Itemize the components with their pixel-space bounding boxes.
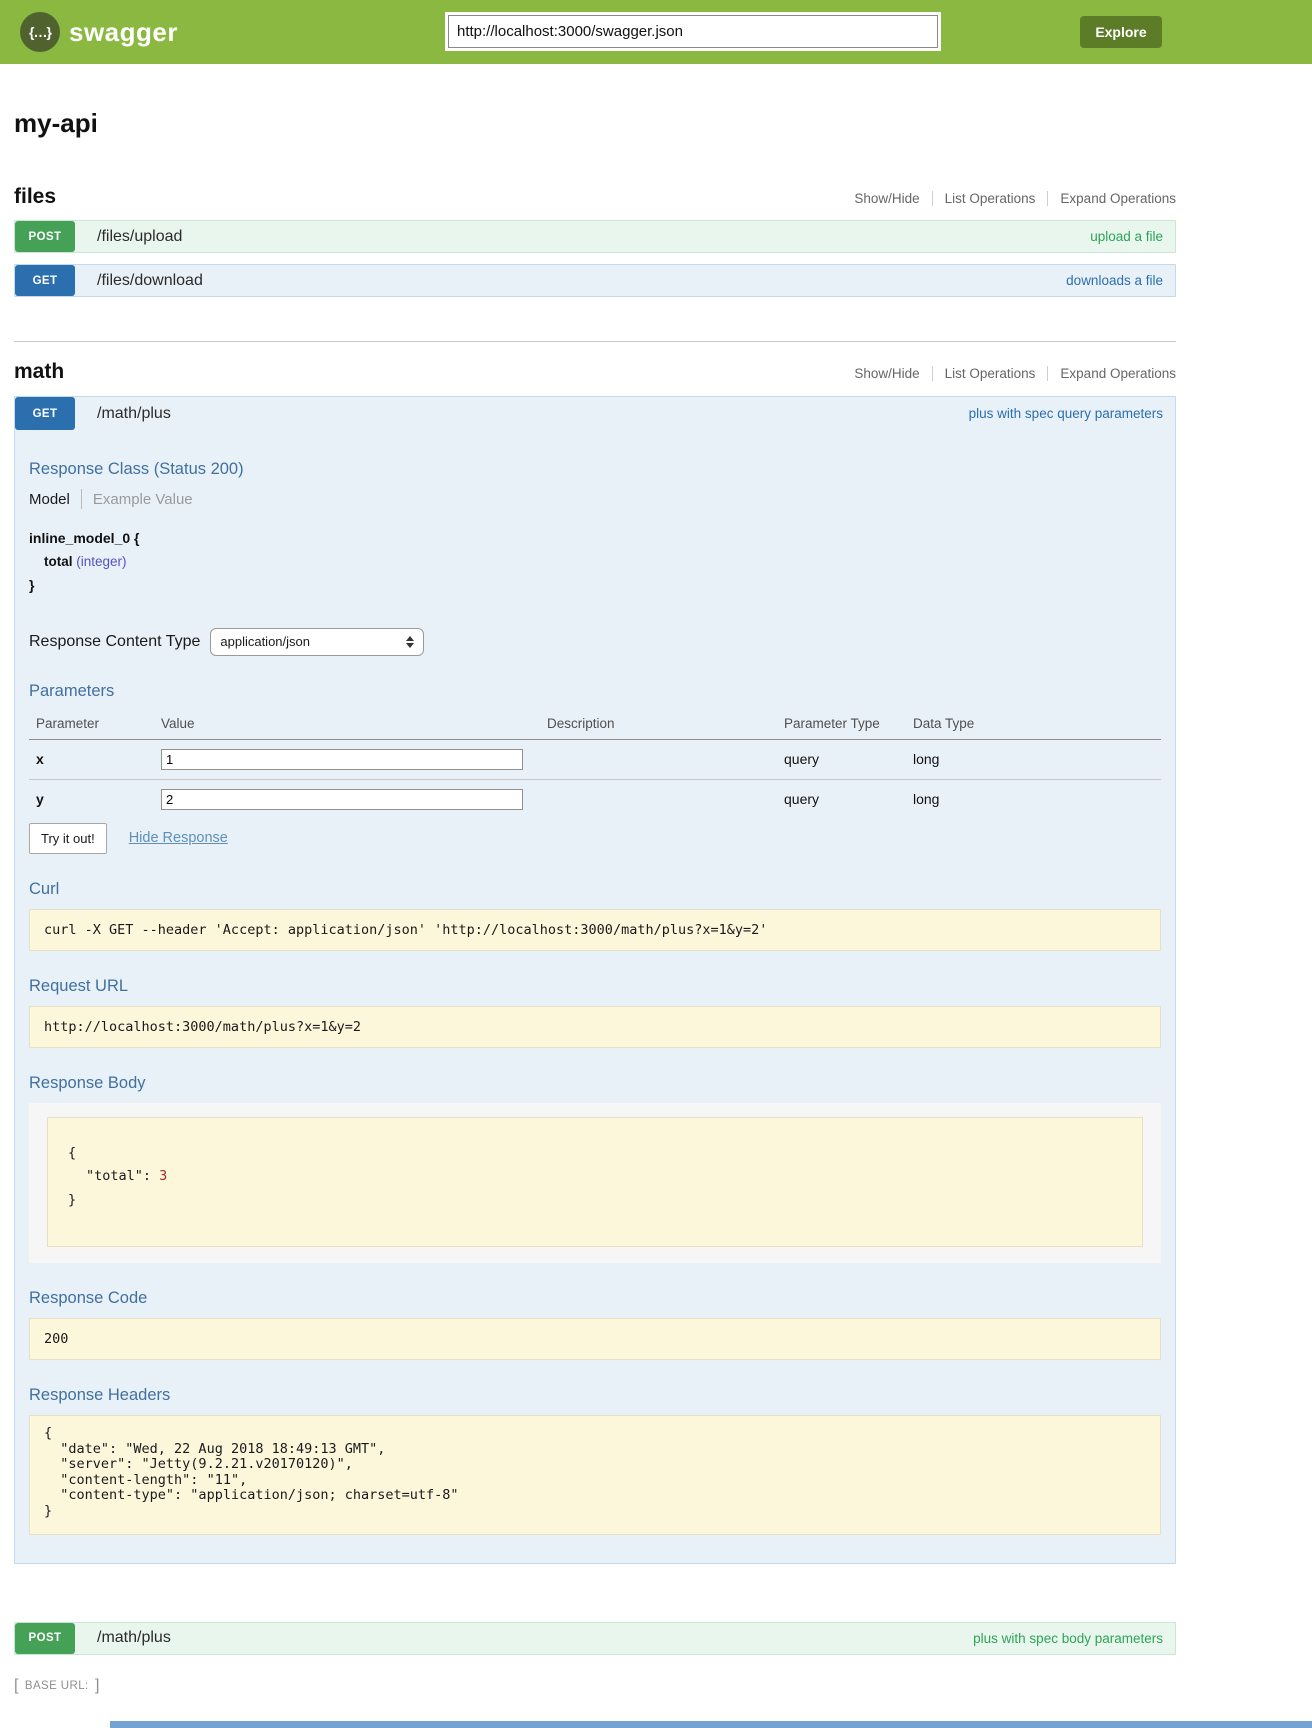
operation-summary[interactable]: plus with spec query parameters	[969, 406, 1163, 421]
param-data-type: long	[913, 739, 1161, 779]
try-it-out-button[interactable]: Try it out!	[29, 823, 107, 854]
param-name: y	[29, 779, 161, 819]
parameters-header-row: Parameter Value Description Parameter Ty…	[29, 711, 1161, 740]
json-key: "total":	[86, 1168, 159, 1184]
hide-response-link[interactable]: Hide Response	[129, 830, 228, 846]
response-body-container: { "total": 3 }	[29, 1103, 1161, 1264]
response-body-heading: Response Body	[29, 1074, 1161, 1093]
math-show-hide-link[interactable]: Show/Hide	[854, 366, 919, 381]
operation-path: /files/download	[97, 272, 203, 290]
col-data-type: Data Type	[913, 711, 1161, 740]
json-total-line: "total": 3	[68, 1165, 1122, 1189]
request-url-heading: Request URL	[29, 977, 1161, 996]
response-class-heading: Response Class (Status 200)	[29, 460, 1161, 479]
param-description	[547, 739, 784, 779]
model-close-line: }	[29, 574, 1161, 598]
math-list-operations-link[interactable]: List Operations	[932, 366, 1036, 381]
json-open-brace: {	[68, 1142, 1122, 1166]
operation-row-get-math-plus[interactable]: GET /math/plus plus with spec query para…	[15, 397, 1175, 430]
method-badge-post: POST	[15, 221, 75, 252]
operation-path: /math/plus	[97, 1629, 171, 1647]
param-description	[547, 779, 784, 819]
response-headers-json: { "date": "Wed, 22 Aug 2018 18:49:13 GMT…	[29, 1415, 1161, 1534]
param-x-value-input[interactable]	[161, 749, 523, 770]
operation-path: /math/plus	[97, 405, 171, 423]
files-section-header: files Show/Hide List Operations Expand O…	[14, 185, 1176, 209]
explore-button[interactable]: Explore	[1080, 16, 1162, 48]
base-url-open-bracket: [	[14, 1677, 18, 1694]
math-section-title: math	[14, 360, 64, 384]
model-open-line: inline_model_0 {	[29, 527, 1161, 551]
try-row: Try it out! Hide Response	[29, 823, 1161, 854]
swagger-braces-icon: {…}	[20, 12, 60, 52]
main-content: my-api files Show/Hide List Operations E…	[14, 108, 1176, 1695]
response-code-value: 200	[29, 1318, 1161, 1360]
method-badge-post: POST	[15, 1623, 75, 1654]
model-signature: inline_model_0 { total (integer) }	[29, 527, 1161, 598]
tab-example-value[interactable]: Example Value	[93, 491, 193, 508]
base-url-close-bracket: ]	[95, 1677, 99, 1694]
param-type: query	[784, 779, 913, 819]
files-section-title: files	[14, 185, 56, 209]
tab-model[interactable]: Model	[29, 491, 70, 508]
operation-path: /files/upload	[97, 228, 182, 246]
col-parameter-type: Parameter Type	[784, 711, 913, 740]
operation-summary[interactable]: plus with spec body parameters	[973, 1631, 1163, 1646]
base-url-footer: [ BASE URL: ]	[14, 1677, 1176, 1695]
operation-block-get-math-plus: GET /math/plus plus with spec query para…	[14, 396, 1176, 1564]
col-description: Description	[547, 711, 784, 740]
curl-heading: Curl	[29, 880, 1161, 899]
method-badge-get: GET	[15, 397, 75, 430]
model-property: total (integer)	[29, 551, 1161, 574]
param-y-value-input[interactable]	[161, 789, 523, 810]
math-expand-operations-link[interactable]: Expand Operations	[1047, 366, 1176, 381]
json-close-brace: }	[68, 1189, 1122, 1213]
method-badge-get: GET	[15, 265, 75, 296]
response-body-json: { "total": 3 }	[47, 1117, 1143, 1248]
operation-row-get-files-download[interactable]: GET /files/download downloads a file	[14, 264, 1176, 297]
response-content-type-row: Response Content Type application/json	[29, 628, 1161, 656]
files-show-hide-link[interactable]: Show/Hide	[854, 191, 919, 206]
param-name: x	[29, 739, 161, 779]
json-value: 3	[159, 1168, 167, 1184]
math-section-header: math Show/Hide List Operations Expand Op…	[14, 360, 1176, 384]
tab-divider	[81, 489, 82, 509]
param-type: query	[784, 739, 913, 779]
response-class-tabs: Model Example Value	[29, 489, 1161, 509]
model-property-type: (integer)	[76, 554, 126, 569]
operation-row-post-files-upload[interactable]: POST /files/upload upload a file	[14, 220, 1176, 253]
api-url-input[interactable]	[448, 15, 938, 48]
swagger-logo-text: swagger	[69, 17, 178, 48]
request-url-value: http://localhost:3000/math/plus?x=1&y=2	[29, 1006, 1161, 1048]
parameters-table: Parameter Value Description Parameter Ty…	[29, 711, 1161, 819]
curl-command: curl -X GET --header 'Accept: applicatio…	[29, 909, 1161, 951]
api-title: my-api	[14, 108, 1176, 139]
operation-summary[interactable]: upload a file	[1090, 229, 1163, 244]
param-data-type: long	[913, 779, 1161, 819]
response-code-heading: Response Code	[29, 1289, 1161, 1308]
operation-summary[interactable]: downloads a file	[1066, 273, 1163, 288]
parameter-row-x: x query long	[29, 739, 1161, 779]
selected-content-type: application/json	[220, 634, 310, 649]
operation-row-post-math-plus[interactable]: POST /math/plus plus with spec body para…	[14, 1622, 1176, 1655]
parameter-row-y: y query long	[29, 779, 1161, 819]
parameters-heading: Parameters	[29, 682, 1161, 701]
top-navbar: {…} swagger Explore	[0, 0, 1312, 64]
col-parameter: Parameter	[29, 711, 161, 740]
section-divider	[14, 341, 1176, 342]
swagger-logo[interactable]: {…} swagger	[20, 12, 178, 52]
response-content-type-label: Response Content Type	[29, 633, 200, 651]
files-list-operations-link[interactable]: List Operations	[932, 191, 1036, 206]
response-content-type-select[interactable]: application/json	[210, 628, 424, 656]
operation-detail-panel: Response Class (Status 200) Model Exampl…	[15, 430, 1175, 1563]
response-headers-heading: Response Headers	[29, 1386, 1161, 1405]
select-arrows-icon	[406, 636, 414, 648]
files-section-controls: Show/Hide List Operations Expand Operati…	[854, 191, 1176, 206]
base-url-label: BASE URL:	[25, 1680, 89, 1692]
bottom-scroll-strip[interactable]	[110, 1721, 1312, 1728]
math-section-controls: Show/Hide List Operations Expand Operati…	[854, 366, 1176, 381]
col-value: Value	[161, 711, 547, 740]
model-property-name: total	[44, 554, 73, 569]
files-expand-operations-link[interactable]: Expand Operations	[1047, 191, 1176, 206]
